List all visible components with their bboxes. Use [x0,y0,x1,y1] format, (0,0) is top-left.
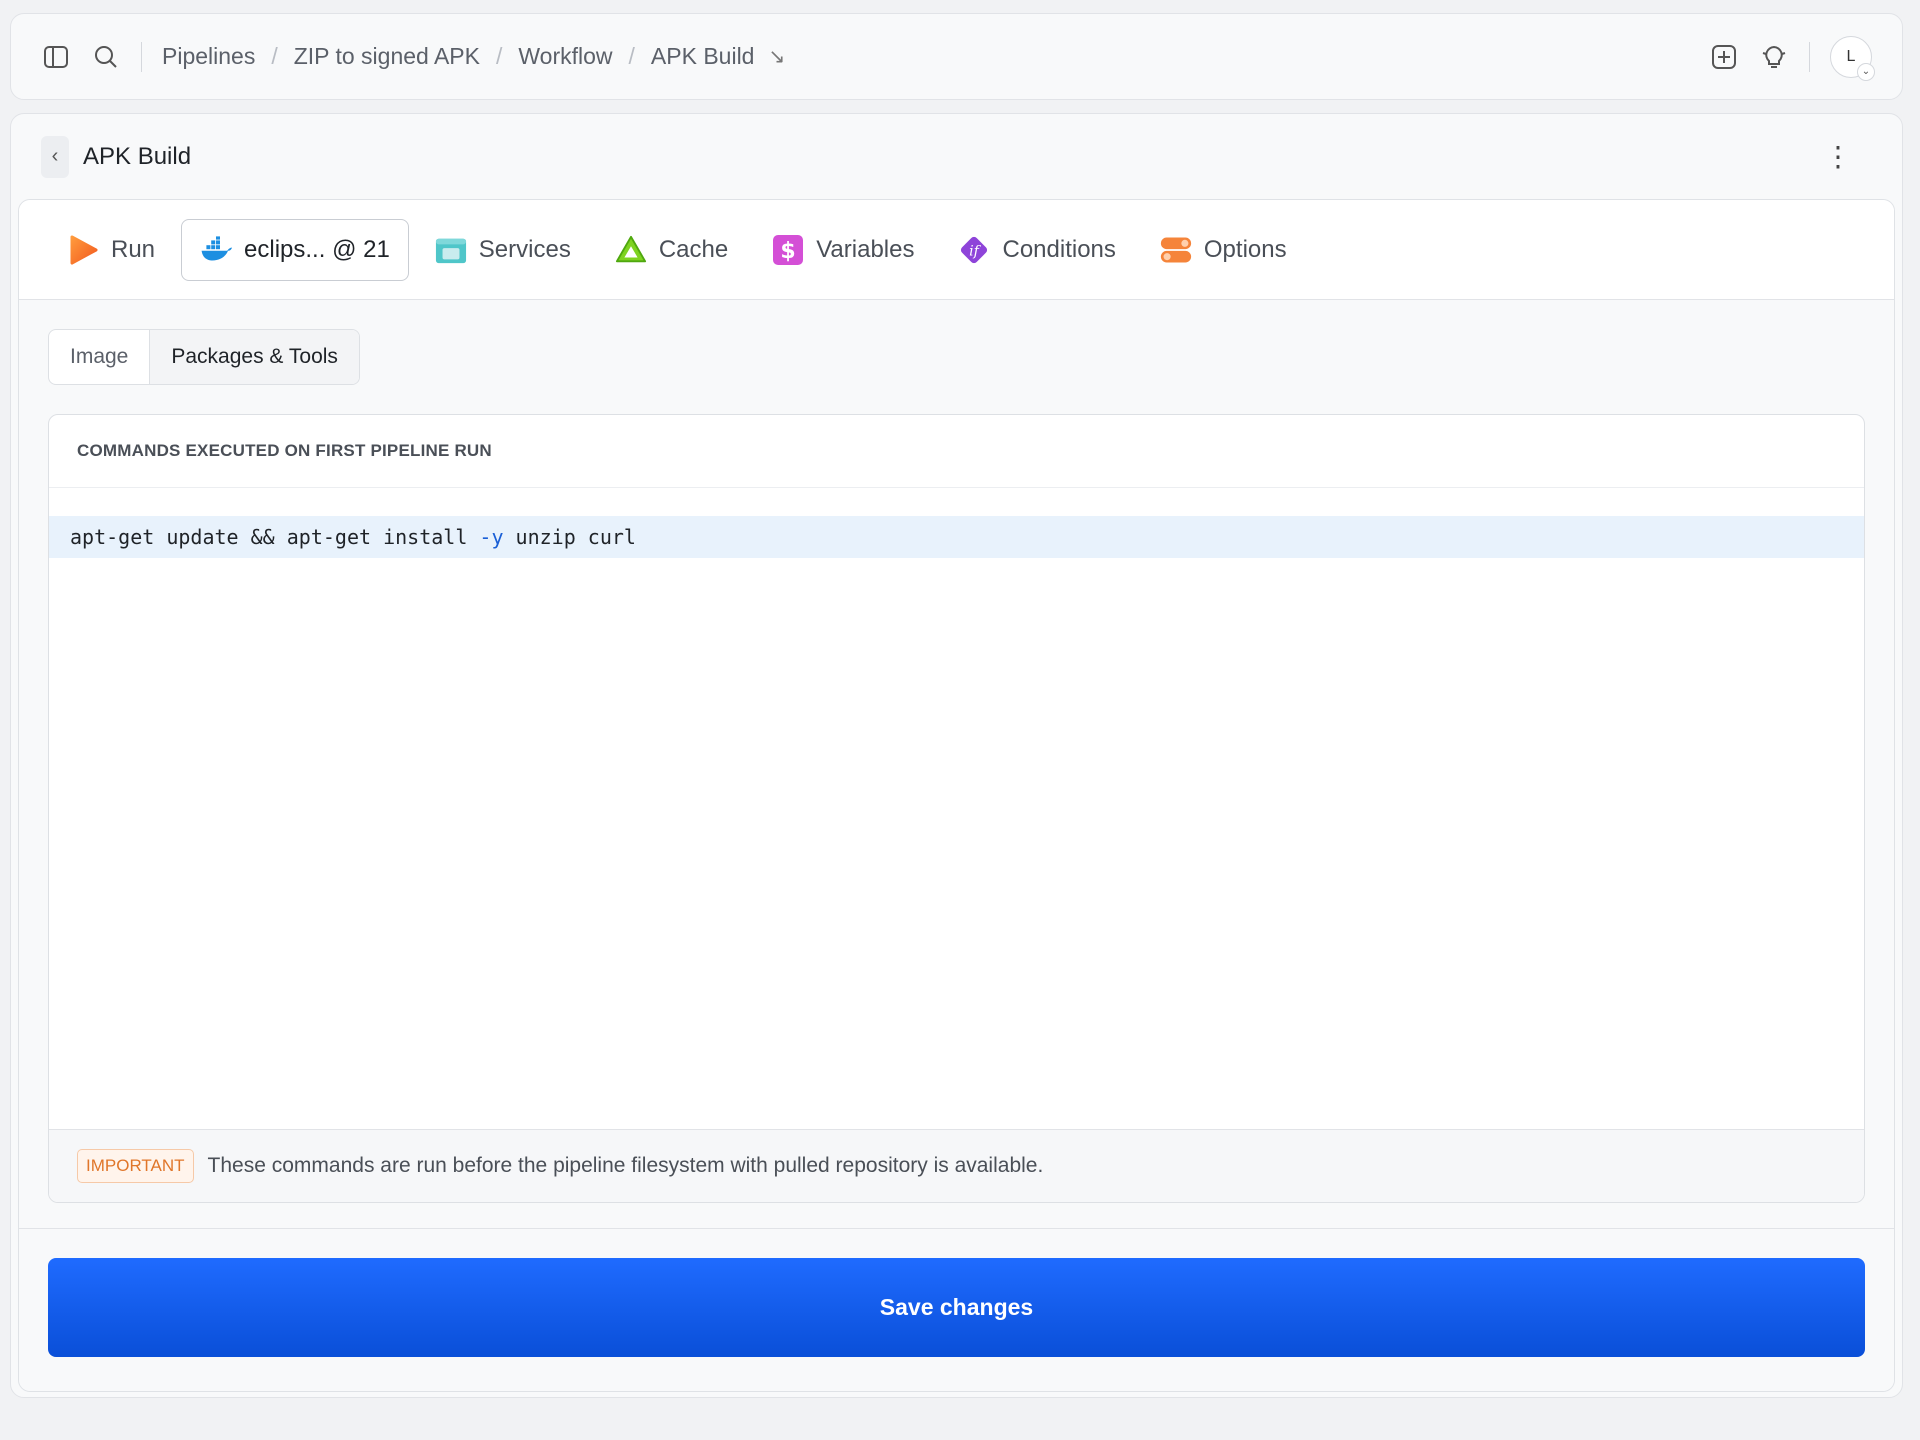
code-text: unzip curl [503,525,636,549]
back-button[interactable]: ‹ [41,135,69,178]
lightbulb-icon[interactable] [1759,42,1789,72]
if-diamond-icon: if [958,234,990,266]
breadcrumb-pipelines[interactable]: Pipelines [162,43,255,70]
tab-docker-image[interactable]: eclips... @ 21 [181,218,409,281]
editor-note: IMPORTANT These commands are run before … [49,1129,1864,1202]
more-options-icon[interactable]: ⋮ [1824,142,1852,171]
top-bar-actions: L ⌄ [1709,35,1875,81]
code-editor[interactable]: apt-get update && apt-get install -y unz… [49,488,1864,1128]
breadcrumb-action[interactable]: APK Build [651,43,755,70]
avatar[interactable]: L ⌄ [1830,35,1875,81]
tab-variables[interactable]: $ Variables [754,219,932,281]
tab-label: Conditions [1002,235,1116,263]
subtab-group: Image Packages & Tools [48,329,360,385]
action-editor: Run eclips... @ 21 Services Cache $ Vari… [18,199,1895,1392]
breadcrumb-workflow[interactable]: Workflow [518,43,612,70]
dollar-icon: $ [772,234,804,266]
action-panel: ‹ APK Build ⋮ Run eclips... @ 21 Service… [10,113,1903,1398]
tab-label: Run [111,235,156,263]
breadcrumb-pipeline[interactable]: ZIP to signed APK [294,43,480,70]
svg-text:$: $ [781,239,796,264]
docker-whale-icon [200,234,233,266]
editor-heading: COMMANDS EXECUTED ON FIRST PIPELINE RUN [49,415,1864,488]
services-icon [435,234,467,266]
arrow-down-right-icon[interactable]: ↘ [768,44,785,69]
chevron-down-icon: ⌄ [1857,62,1875,81]
page-title: APK Build [83,142,192,170]
code-text: apt-get update && apt-get install [70,525,480,549]
code-flag: -y [479,525,504,549]
note-text: These commands are run before the pipeli… [207,1154,1044,1177]
tab-cache[interactable]: Cache [597,219,746,281]
subtab-packages-tools[interactable]: Packages & Tools [149,330,359,384]
tab-label: eclips... @ 21 [244,235,390,263]
panel-header: ‹ APK Build ⋮ [11,114,1902,199]
divider [1809,41,1810,72]
save-button[interactable]: Save changes [48,1258,1865,1357]
tab-label: Cache [658,235,729,263]
breadcrumb: Pipelines / ZIP to signed APK / Workflow… [162,43,786,70]
tab-conditions[interactable]: if Conditions [940,219,1133,281]
sidebar-toggle-icon[interactable] [41,42,71,72]
code-line[interactable]: apt-get update && apt-get install -y unz… [49,516,1864,558]
cache-triangle-icon [615,234,647,266]
play-icon [67,234,99,266]
search-icon[interactable] [91,42,121,72]
save-bar: Save changes [19,1228,1894,1391]
tab-services[interactable]: Services [417,219,589,281]
subtab-image[interactable]: Image [49,330,149,384]
tab-label: Services [478,235,571,263]
tab-run[interactable]: Run [49,219,173,281]
tab-label: Variables [816,235,915,263]
tab-bar: Run eclips... @ 21 Services Cache $ Vari… [19,200,1894,300]
tab-label: Options [1203,235,1287,263]
top-bar: Pipelines / ZIP to signed APK / Workflow… [10,13,1903,100]
toggles-icon [1160,234,1192,266]
tab-options[interactable]: Options [1142,219,1305,281]
add-icon[interactable] [1709,42,1739,72]
important-badge: IMPORTANT [77,1149,194,1183]
avatar-initial: L [1846,47,1856,65]
divider [141,41,142,72]
commands-editor-card: COMMANDS EXECUTED ON FIRST PIPELINE RUN … [48,414,1865,1203]
